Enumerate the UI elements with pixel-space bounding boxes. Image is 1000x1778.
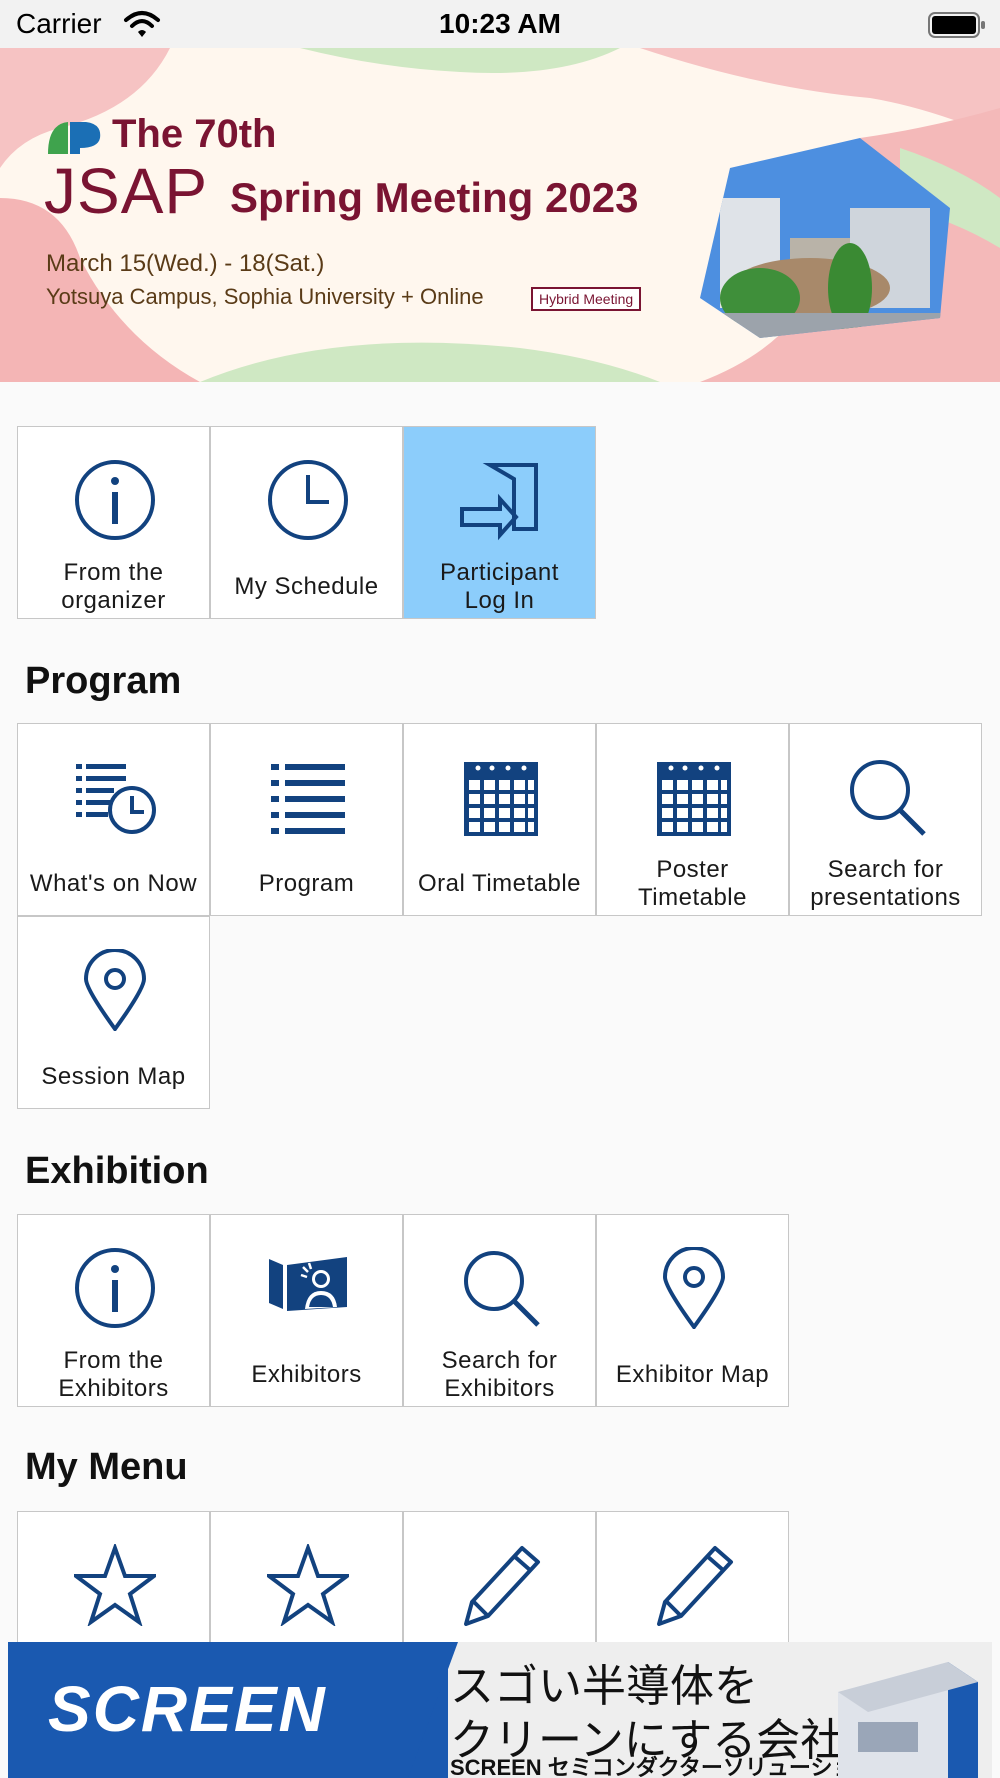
section-title-program: Program xyxy=(25,660,182,702)
tile-poster-timetable[interactable]: Poster Timetable xyxy=(596,723,789,916)
equipment-illustration xyxy=(838,1662,978,1778)
pencil-icon xyxy=(464,1546,540,1626)
tile-label: Search for Exhibitors xyxy=(441,1347,558,1402)
tile-from-exhibitors[interactable]: From the Exhibitors xyxy=(17,1214,210,1407)
hybrid-badge: Hybrid Meeting xyxy=(531,287,642,311)
ad-banner[interactable]: SCREEN スゴい半導体を クリーンにする会社。 SCREEN セミコンダクタ… xyxy=(8,1642,992,1778)
calendar-icon xyxy=(657,762,731,836)
banner-edition: The 70th xyxy=(112,112,277,156)
map-pin-icon xyxy=(662,1247,726,1329)
list-clock-icon xyxy=(76,764,156,834)
tile-program[interactable]: Program xyxy=(210,723,403,916)
event-banner: The 70th JSAP Spring Meeting 2023 March … xyxy=(0,48,1000,382)
tile-label: What's on Now xyxy=(29,870,198,897)
tile-search-presentations[interactable]: Search for presentations xyxy=(789,723,982,916)
map-pin-icon xyxy=(83,949,147,1031)
banner-org: JSAP xyxy=(44,155,209,227)
section-title-my-menu: My Menu xyxy=(25,1446,188,1488)
campus-photo xyxy=(700,138,950,338)
calendar-icon xyxy=(464,762,538,836)
tile-session-map[interactable]: Session Map xyxy=(17,916,210,1109)
tile-label: Oral Timetable xyxy=(417,870,582,897)
exhibitor-booth-icon xyxy=(269,1257,347,1311)
list-icon xyxy=(271,764,345,834)
tile-label: My Schedule xyxy=(234,573,379,600)
star-icon xyxy=(267,1544,349,1626)
tile-label: From the Exhibitors xyxy=(58,1347,169,1402)
jsap-logo-icon xyxy=(48,122,101,154)
pencil-icon xyxy=(657,1546,733,1626)
ad-logo-text: SCREEN xyxy=(48,1673,327,1745)
tile-exhibitors[interactable]: Exhibitors xyxy=(210,1214,403,1407)
tile-participant-login[interactable]: Participant Log In xyxy=(403,426,596,619)
section-title-exhibition: Exhibition xyxy=(25,1150,209,1192)
search-icon xyxy=(850,760,926,836)
tile-from-organizer[interactable]: From the organizer xyxy=(17,426,210,619)
tile-label: Exhibitor Map xyxy=(615,1361,770,1388)
tile-label: Exhibitors xyxy=(251,1361,362,1388)
tile-exhibitor-map[interactable]: Exhibitor Map xyxy=(596,1214,789,1407)
info-icon xyxy=(75,460,155,540)
clock-icon xyxy=(268,460,348,540)
battery-icon xyxy=(928,12,985,38)
banner-venue: Yotsuya Campus, Sophia University + Onli… xyxy=(46,284,484,309)
banner-dates: March 15(Wed.) - 18(Sat.) xyxy=(46,250,325,277)
info-icon xyxy=(75,1248,155,1328)
tile-label: Participant Log In xyxy=(440,559,559,614)
tile-oral-timetable[interactable]: Oral Timetable xyxy=(403,723,596,916)
search-icon xyxy=(464,1251,540,1327)
banner-meeting: Spring Meeting 2023 xyxy=(230,174,639,221)
tile-label: From the organizer xyxy=(61,559,166,614)
tile-search-exhibitors[interactable]: Search for Exhibitors xyxy=(403,1214,596,1407)
tile-label: Poster Timetable xyxy=(638,856,747,911)
tile-whats-on-now[interactable]: What's on Now xyxy=(17,723,210,916)
status-bar: Carrier 10:23 AM xyxy=(0,0,1000,48)
tile-label: Program xyxy=(258,870,355,897)
login-icon xyxy=(460,463,538,541)
tile-label: Search for presentations xyxy=(810,856,961,911)
tile-label: Session Map xyxy=(41,1063,186,1090)
ad-panel-edge xyxy=(368,1642,458,1778)
star-icon xyxy=(74,1544,156,1626)
tile-my-schedule[interactable]: My Schedule xyxy=(210,426,403,619)
clock-time: 10:23 AM xyxy=(439,8,561,39)
